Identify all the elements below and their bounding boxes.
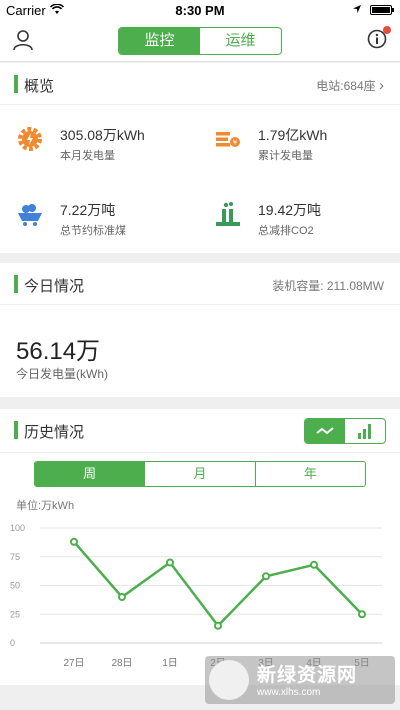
watermark-url: www.xlhs.com [257,687,321,698]
stat-coal-saved: 7.22万吨 总节约标准煤 [16,200,196,240]
data-point [70,537,78,546]
overview-title: 概览 [24,78,55,95]
history-header: 历史情况 [0,409,400,453]
period-month-tab[interactable]: 月 [144,462,254,486]
today-card: 今日情况 装机容量: 211.08MW 56.14万 今日发电量(kWh) [0,263,400,397]
coal-cart-icon [18,204,42,226]
notification-badge [383,26,391,34]
data-point [358,610,366,619]
period-year-tab[interactable]: 年 [254,462,365,486]
overview-header: 概览 电站:684座 › [0,63,400,105]
x-tick-label: 1日 [162,658,178,669]
stat-value: 1.79亿kWh [258,127,328,143]
stat-label: 总节约标准煤 [60,225,126,237]
stat-co2-reduced: 19.42万吨 总减排CO2 [214,200,394,240]
battery-icon [370,5,394,15]
station-count-link[interactable]: 电站:684座 › [316,77,384,94]
history-line-chart: 025507510027日28日1日2日3日4日5日 [10,523,382,669]
series-line [73,540,363,627]
section-accent-bar [14,421,18,439]
main-tab-switch: 监控 运维 [118,27,282,55]
today-header: 今日情况 装机容量: 211.08MW [0,263,400,305]
stack-coin-icon: ¥ [216,132,240,147]
data-point [262,572,270,581]
stat-total-generation: ¥ 1.79亿kWh 累计发电量 [214,125,394,165]
x-tick-label: 28日 [111,658,132,669]
watermark-title: 新绿资源网 [257,665,358,686]
gear-energy-icon [18,127,42,151]
y-tick-label: 100 [10,523,25,533]
installed-capacity: 装机容量: 211.08MW [272,279,384,293]
data-point [310,560,318,569]
location-arrow-icon [353,5,361,13]
y-tick-label: 50 [10,581,20,591]
clock: 8:30 PM [175,3,225,18]
status-bar: Carrier 8:30 PM [0,0,400,20]
overview-card: 概览 电站:684座 › 305.08万kWh 本月发电量 ¥ 1.79亿kWh… [0,63,400,253]
history-title: 历史情况 [24,424,85,441]
notifications-button[interactable] [367,26,391,49]
stat-value: 7.22万吨 [60,202,116,218]
chart-type-toggle [304,418,386,444]
today-generation-label: 今日发电量(kWh) [16,367,108,381]
stat-label: 本月发电量 [60,150,115,162]
tab-operations[interactable]: 运维 [200,28,281,54]
line-chart-icon [316,427,334,435]
data-point [166,558,174,567]
top-nav-bar: 监控 运维 [0,20,400,62]
y-tick-label: 75 [10,552,20,562]
today-title: 今日情况 [24,278,85,295]
section-accent-bar [14,75,18,93]
period-switch: 周 月 年 [34,461,366,487]
tab-monitor[interactable]: 监控 [119,28,200,54]
user-icon[interactable] [12,29,34,51]
watermark: 新绿资源网 www.xlhs.com [205,656,395,704]
period-week-tab[interactable]: 周 [35,462,145,486]
y-tick-label: 0 [10,638,15,648]
data-point [214,621,222,630]
history-card: 历史情况 周 月 年 单位:万kWh 025507510027日28日1日2日3… [0,409,400,685]
today-generation-value: 56.14万 [16,338,101,365]
y-tick-label: 25 [10,609,20,619]
stat-value: 305.08万kWh [60,127,145,143]
svg-text:¥: ¥ [233,139,238,147]
x-tick-label: 27日 [63,658,84,669]
chart-unit-label: 单位:万kWh [16,500,75,512]
chevron-right-icon: › [379,77,384,94]
bar-chart-button[interactable] [345,419,385,443]
station-count: 电站:684座 [316,79,376,93]
stat-label: 总减排CO2 [258,225,314,237]
factory-icon [216,202,240,226]
stat-monthly-generation: 305.08万kWh 本月发电量 [16,125,196,165]
line-chart-button[interactable] [305,419,345,443]
section-accent-bar [14,275,18,293]
bar-chart-icon [358,424,371,439]
data-point [118,593,126,601]
stat-label: 累计发电量 [258,150,313,162]
stat-value: 19.42万吨 [258,202,322,218]
watermark-logo [209,660,249,700]
